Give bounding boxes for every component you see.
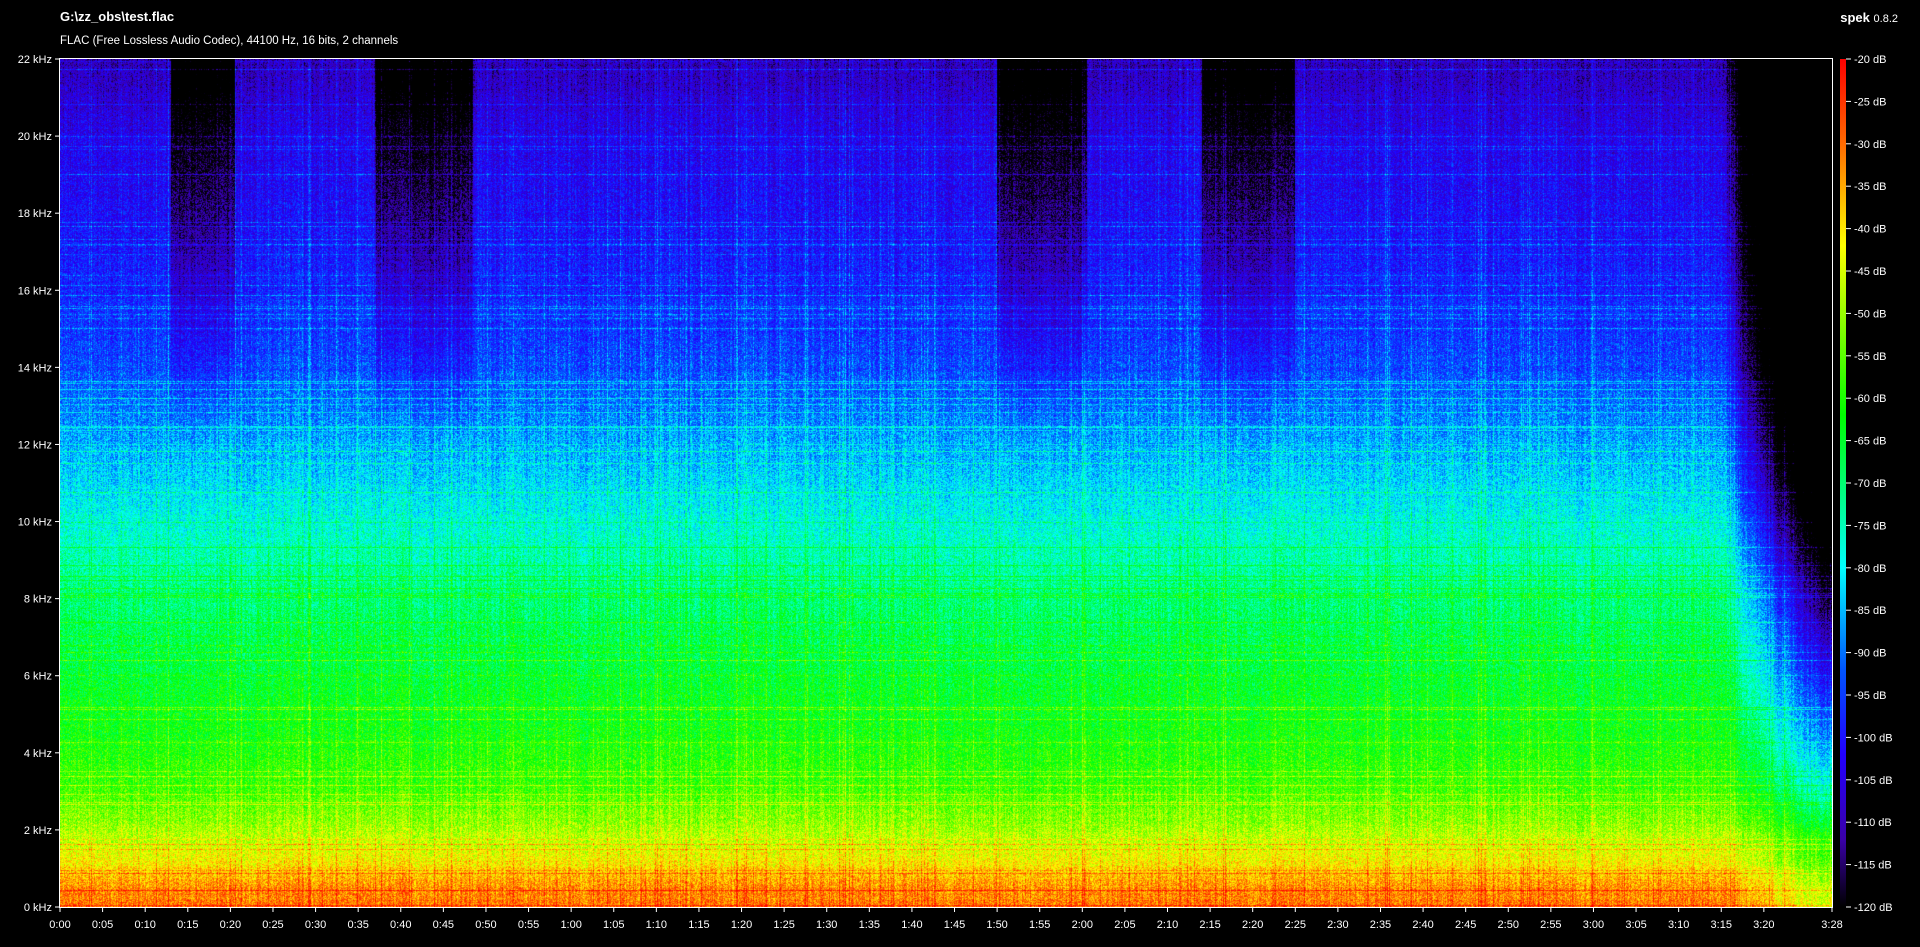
x-tick-label: 0:50	[475, 919, 496, 931]
colorbar-tick-label: -35 dB	[1854, 181, 1886, 193]
x-tick-label: 2:40	[1412, 919, 1433, 931]
x-tick-label: 2:35	[1370, 919, 1391, 931]
x-tick-label: 0:35	[347, 919, 368, 931]
x-tick-label: 1:15	[688, 919, 709, 931]
y-axis: 0 kHz 2 kHz 4 kHz 6 kHz 8 kHz 10 kHz 12 kHz 14 …	[18, 54, 60, 914]
x-tick-label: 3:20	[1753, 919, 1774, 931]
x-tick-label: 3:15	[1711, 919, 1732, 931]
x-tick-label: 3:10	[1668, 919, 1689, 931]
x-tick-label: 2:55	[1540, 919, 1561, 931]
colorbar	[1840, 59, 1846, 907]
y-tick-label: 6 kHz	[24, 671, 52, 683]
spectrogram-chart: 0 kHz 2 kHz 4 kHz 6 kHz 8 kHz 10 kHz 12 kHz 14 …	[18, 54, 1893, 931]
x-tick-label: 1:00	[560, 919, 581, 931]
colorbar-tick-label: -70 dB	[1854, 478, 1886, 490]
colorbar-tick-label: -105 dB	[1854, 775, 1893, 787]
colorbar-tick-label: -95 dB	[1854, 690, 1886, 702]
colorbar-tick-label: -120 dB	[1854, 902, 1893, 914]
x-tick-label: 2:45	[1455, 919, 1476, 931]
colorbar-tick-label: -50 dB	[1854, 308, 1886, 320]
x-tick-label: 2:00	[1072, 919, 1093, 931]
colorbar-tick-label: -110 dB	[1854, 817, 1892, 829]
y-tick-label: 22 kHz	[18, 54, 52, 66]
colorbar-axis: -20 dB -25 dB -30 dB -35 dB -40 dB -45 dB -50 …	[1846, 54, 1893, 914]
y-tick-label: 4 kHz	[24, 748, 52, 760]
x-tick-label: 1:40	[901, 919, 922, 931]
y-tick-label: 2 kHz	[24, 825, 52, 837]
x-tick-label: 2:05	[1114, 919, 1135, 931]
x-tick-label: 0:00	[49, 919, 70, 931]
x-axis: 0:00 0:05 0:10 0:15 0:20 0:25 0:30 0:35 0:40 0:45…	[49, 907, 1843, 931]
x-tick-label: 2:30	[1327, 919, 1348, 931]
x-tick-label: 1:10	[646, 919, 667, 931]
x-tick-label: 1:45	[944, 919, 965, 931]
y-tick-label: 14 kHz	[18, 362, 52, 374]
colorbar-tick-label: -40 dB	[1854, 224, 1886, 236]
x-tick-label: 0:15	[177, 919, 198, 931]
x-tick-label: 0:05	[92, 919, 113, 931]
x-tick-label: 1:30	[816, 919, 837, 931]
x-tick-label: 0:40	[390, 919, 411, 931]
x-tick-label: 3:05	[1625, 919, 1646, 931]
x-tick-label: 1:20	[731, 919, 752, 931]
x-tick-label: 0:45	[433, 919, 454, 931]
y-tick-label: 10 kHz	[18, 517, 52, 529]
x-tick-label: 2:25	[1285, 919, 1306, 931]
x-tick-label: 1:25	[773, 919, 794, 931]
colorbar-tick-label: -55 dB	[1854, 351, 1886, 363]
x-tick-label: 1:50	[986, 919, 1007, 931]
x-tick-label: 3:28	[1821, 919, 1842, 931]
colorbar-tick-label: -20 dB	[1854, 54, 1886, 66]
x-tick-label: 0:25	[262, 919, 283, 931]
y-tick-label: 16 kHz	[18, 285, 52, 297]
x-tick-label: 3:00	[1583, 919, 1604, 931]
colorbar-tick-label: -90 dB	[1854, 648, 1886, 660]
x-tick-label: 2:15	[1199, 919, 1220, 931]
x-tick-label: 2:20	[1242, 919, 1263, 931]
colorbar-tick-label: -115 dB	[1854, 860, 1892, 872]
x-tick-label: 0:30	[305, 919, 326, 931]
colorbar-tick-label: -80 dB	[1854, 563, 1886, 575]
colorbar-tick-label: -65 dB	[1854, 436, 1886, 448]
y-tick-label: 0 kHz	[24, 902, 52, 914]
x-tick-label: 1:35	[859, 919, 880, 931]
x-tick-label: 2:10	[1157, 919, 1178, 931]
y-tick-label: 18 kHz	[18, 208, 52, 220]
colorbar-tick-label: -30 dB	[1854, 139, 1886, 151]
colorbar-tick-label: -100 dB	[1854, 732, 1893, 744]
colorbar-tick-label: -85 dB	[1854, 605, 1886, 617]
y-tick-label: 12 kHz	[18, 439, 52, 451]
x-tick-label: 0:55	[518, 919, 539, 931]
colorbar-tick-label: -25 dB	[1854, 96, 1886, 108]
y-tick-label: 8 kHz	[24, 594, 52, 606]
spectrogram-raster	[60, 59, 1832, 907]
x-tick-label: 1:55	[1029, 919, 1050, 931]
x-tick-label: 0:10	[134, 919, 155, 931]
x-tick-label: 0:20	[220, 919, 241, 931]
colorbar-tick-label: -75 dB	[1854, 520, 1886, 532]
spectrogram-image	[60, 59, 1832, 907]
x-tick-label: 1:05	[603, 919, 624, 931]
x-tick-label: 2:50	[1498, 919, 1519, 931]
y-tick-label: 20 kHz	[18, 131, 52, 143]
colorbar-tick-label: -45 dB	[1854, 266, 1886, 278]
colorbar-tick-label: -60 dB	[1854, 393, 1886, 405]
